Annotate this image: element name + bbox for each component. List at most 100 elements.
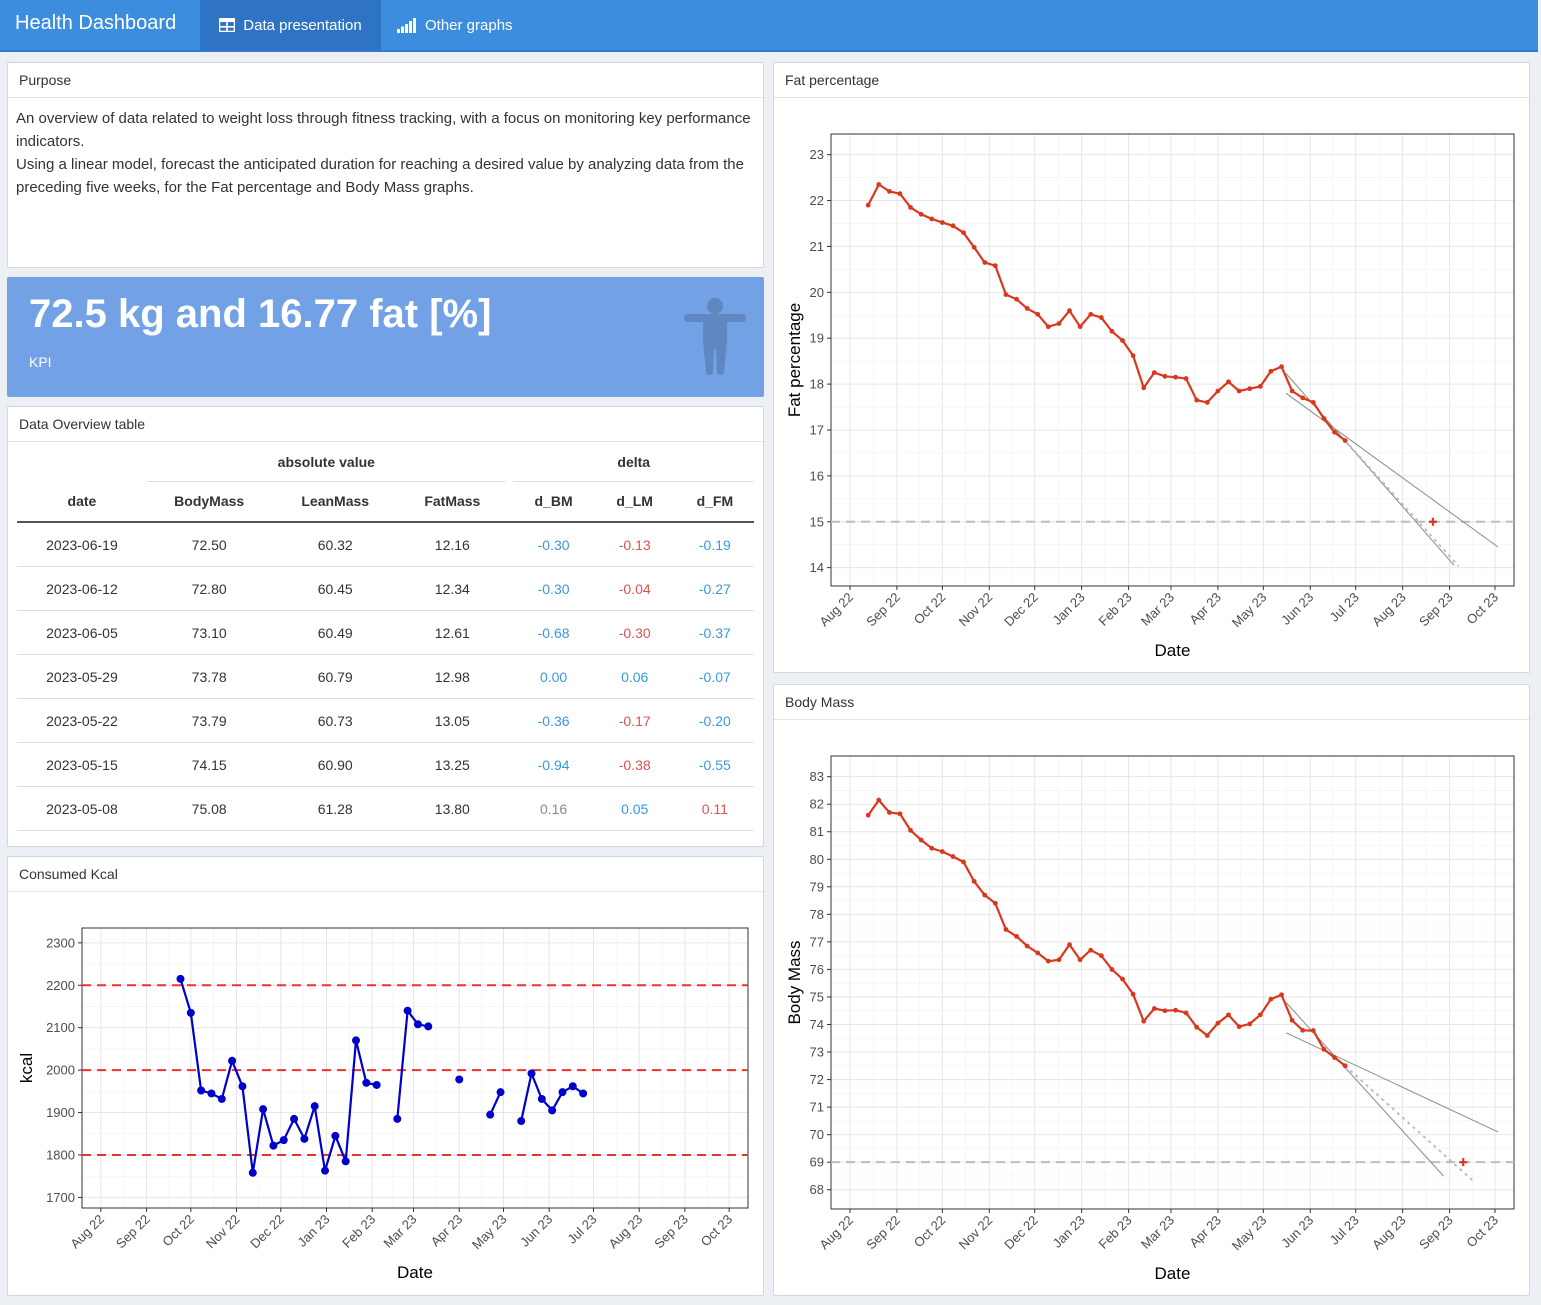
x-tick-label: Aug 23 xyxy=(606,1212,646,1252)
x-axis-label: Date xyxy=(1155,1264,1191,1283)
data-point xyxy=(939,849,945,854)
data-point xyxy=(1204,1033,1210,1038)
table-cell: 0.31 xyxy=(675,830,754,846)
x-tick-label: Sep 23 xyxy=(651,1212,691,1252)
x-tick-label: Apr 23 xyxy=(428,1212,466,1250)
data-point xyxy=(929,845,935,851)
forecast-bound-line xyxy=(1285,1002,1444,1177)
table-cell: 0.11 xyxy=(675,786,754,831)
app-title: Health Dashboard xyxy=(15,12,177,34)
plot-border xyxy=(830,133,1515,587)
table-cell: 72.50 xyxy=(146,521,272,567)
x-tick-label: Feb 23 xyxy=(1095,590,1134,629)
x-tick-label: Apr 23 xyxy=(1186,590,1224,628)
table-cell: -0.55 xyxy=(675,742,754,787)
box-title: Fat percentage xyxy=(774,63,1529,98)
column-header: d_BM xyxy=(513,481,594,523)
data-point xyxy=(1024,305,1030,311)
data-point xyxy=(908,827,913,833)
series-line xyxy=(867,182,1346,442)
column-header: FatMass xyxy=(398,481,506,523)
data-point xyxy=(279,1136,288,1145)
data-point xyxy=(1215,1020,1221,1026)
child-icon xyxy=(684,298,746,375)
tab-other-graphs[interactable]: Other graphs xyxy=(397,0,513,50)
kcal-chart: Aug 22 Sep 22 Oct 22 Nov 22 Dec 22 Jan 23 Feb … xyxy=(17,927,749,1282)
table-cell: -0.38 xyxy=(593,742,676,787)
table-cell: 75.08 xyxy=(146,786,272,831)
y-tick-label: 18 xyxy=(810,377,824,392)
table-cell: 2023-06-19 xyxy=(17,521,147,567)
data-point xyxy=(1014,933,1019,939)
target-marker xyxy=(1459,1158,1468,1167)
x-tick-label: Jul 23 xyxy=(1327,1213,1362,1248)
x-tick-label: Dec 22 xyxy=(247,1212,287,1252)
data-point xyxy=(1332,1055,1337,1060)
table-cell: 13.05 xyxy=(398,698,506,743)
table-cell: -0.30 xyxy=(513,566,594,611)
x-tick-label: Dec 22 xyxy=(1001,1213,1041,1253)
body-mass-box: Body Mass Aug 22 Sep 22 Oct 22 Nov 22 Dec 22… xyxy=(773,684,1530,1296)
data-point xyxy=(310,1102,319,1111)
data-point xyxy=(897,191,903,197)
y-tick-label: 2200 xyxy=(46,978,75,993)
data-point xyxy=(1056,321,1062,326)
data-point xyxy=(971,244,977,250)
data-point xyxy=(238,1082,247,1091)
data-point xyxy=(1130,353,1136,359)
data-point xyxy=(1321,416,1327,421)
data-point xyxy=(1194,1024,1200,1030)
series-line xyxy=(396,1007,429,1120)
forecast-bound-line xyxy=(1285,1032,1499,1133)
fat-percentage-chart: Aug 22 Sep 22 Oct 22 Nov 22 Dec 22 Jan 23 Feb … xyxy=(785,133,1515,660)
data-point xyxy=(1162,373,1168,379)
fat-percentage-box: Fat percentage Aug 22 Sep 22 Oct 22 Nov 22 D… xyxy=(773,62,1530,673)
x-tick-label: Nov 22 xyxy=(203,1212,243,1252)
data-point xyxy=(1098,953,1104,959)
x-tick-label: Aug 23 xyxy=(1369,1213,1409,1253)
data-point xyxy=(1003,292,1009,298)
column-header: LeanMass xyxy=(271,481,399,523)
y-tick-label: 71 xyxy=(810,1100,824,1115)
x-tick-label: Jan 23 xyxy=(1050,1213,1088,1251)
table-cell: -0.30 xyxy=(593,610,676,655)
kpi-label: KPI xyxy=(29,354,52,370)
data-point xyxy=(886,188,892,194)
data-point xyxy=(961,859,966,865)
y-tick-label: 75 xyxy=(810,989,824,1004)
data-point xyxy=(1247,1021,1253,1027)
data-point xyxy=(1067,942,1072,948)
table-cell: 13.69 xyxy=(398,830,506,846)
x-tick-label: Mar 23 xyxy=(1138,1213,1177,1252)
box-title: Consumed Kcal xyxy=(8,857,763,892)
data-point xyxy=(1173,374,1178,380)
data-point xyxy=(1130,991,1136,997)
data-point xyxy=(1300,395,1306,401)
purpose-paragraph: Using a linear model, forecast the antic… xyxy=(16,156,744,196)
table-cell: 2023-06-12 xyxy=(17,566,147,611)
table-cell: 60.49 xyxy=(271,610,399,655)
purpose-text: An overview of data related to weight lo… xyxy=(8,98,763,208)
table-cell: 2023-05-15 xyxy=(17,742,147,787)
y-tick-label: 1900 xyxy=(46,1105,75,1120)
data-point xyxy=(1067,308,1072,314)
table-cell: -0.07 xyxy=(675,654,754,699)
data-point xyxy=(918,837,924,843)
x-tick-label: Jan 23 xyxy=(294,1212,332,1250)
data-point xyxy=(865,202,871,208)
data-point xyxy=(341,1157,350,1166)
purpose-paragraph: An overview of data related to weight lo… xyxy=(16,110,751,150)
data-point xyxy=(393,1114,402,1123)
data-point xyxy=(1173,1007,1178,1013)
data-point xyxy=(1268,996,1274,1002)
table-cell: 2023-06-05 xyxy=(17,610,147,655)
data-point xyxy=(1310,1028,1316,1033)
data-point xyxy=(1109,967,1115,972)
data-point xyxy=(1141,385,1147,391)
tab-data-presentation[interactable]: Data presentation xyxy=(200,0,381,50)
consumed-kcal-box: Consumed Kcal Aug 22 Sep 22 Oct 22 Nov 22 De… xyxy=(7,856,764,1296)
table-cell: 60.79 xyxy=(271,654,399,699)
x-tick-label: Sep 23 xyxy=(1416,1213,1456,1253)
data-point xyxy=(1289,1017,1295,1023)
x-tick-label: Jun 23 xyxy=(517,1212,555,1250)
